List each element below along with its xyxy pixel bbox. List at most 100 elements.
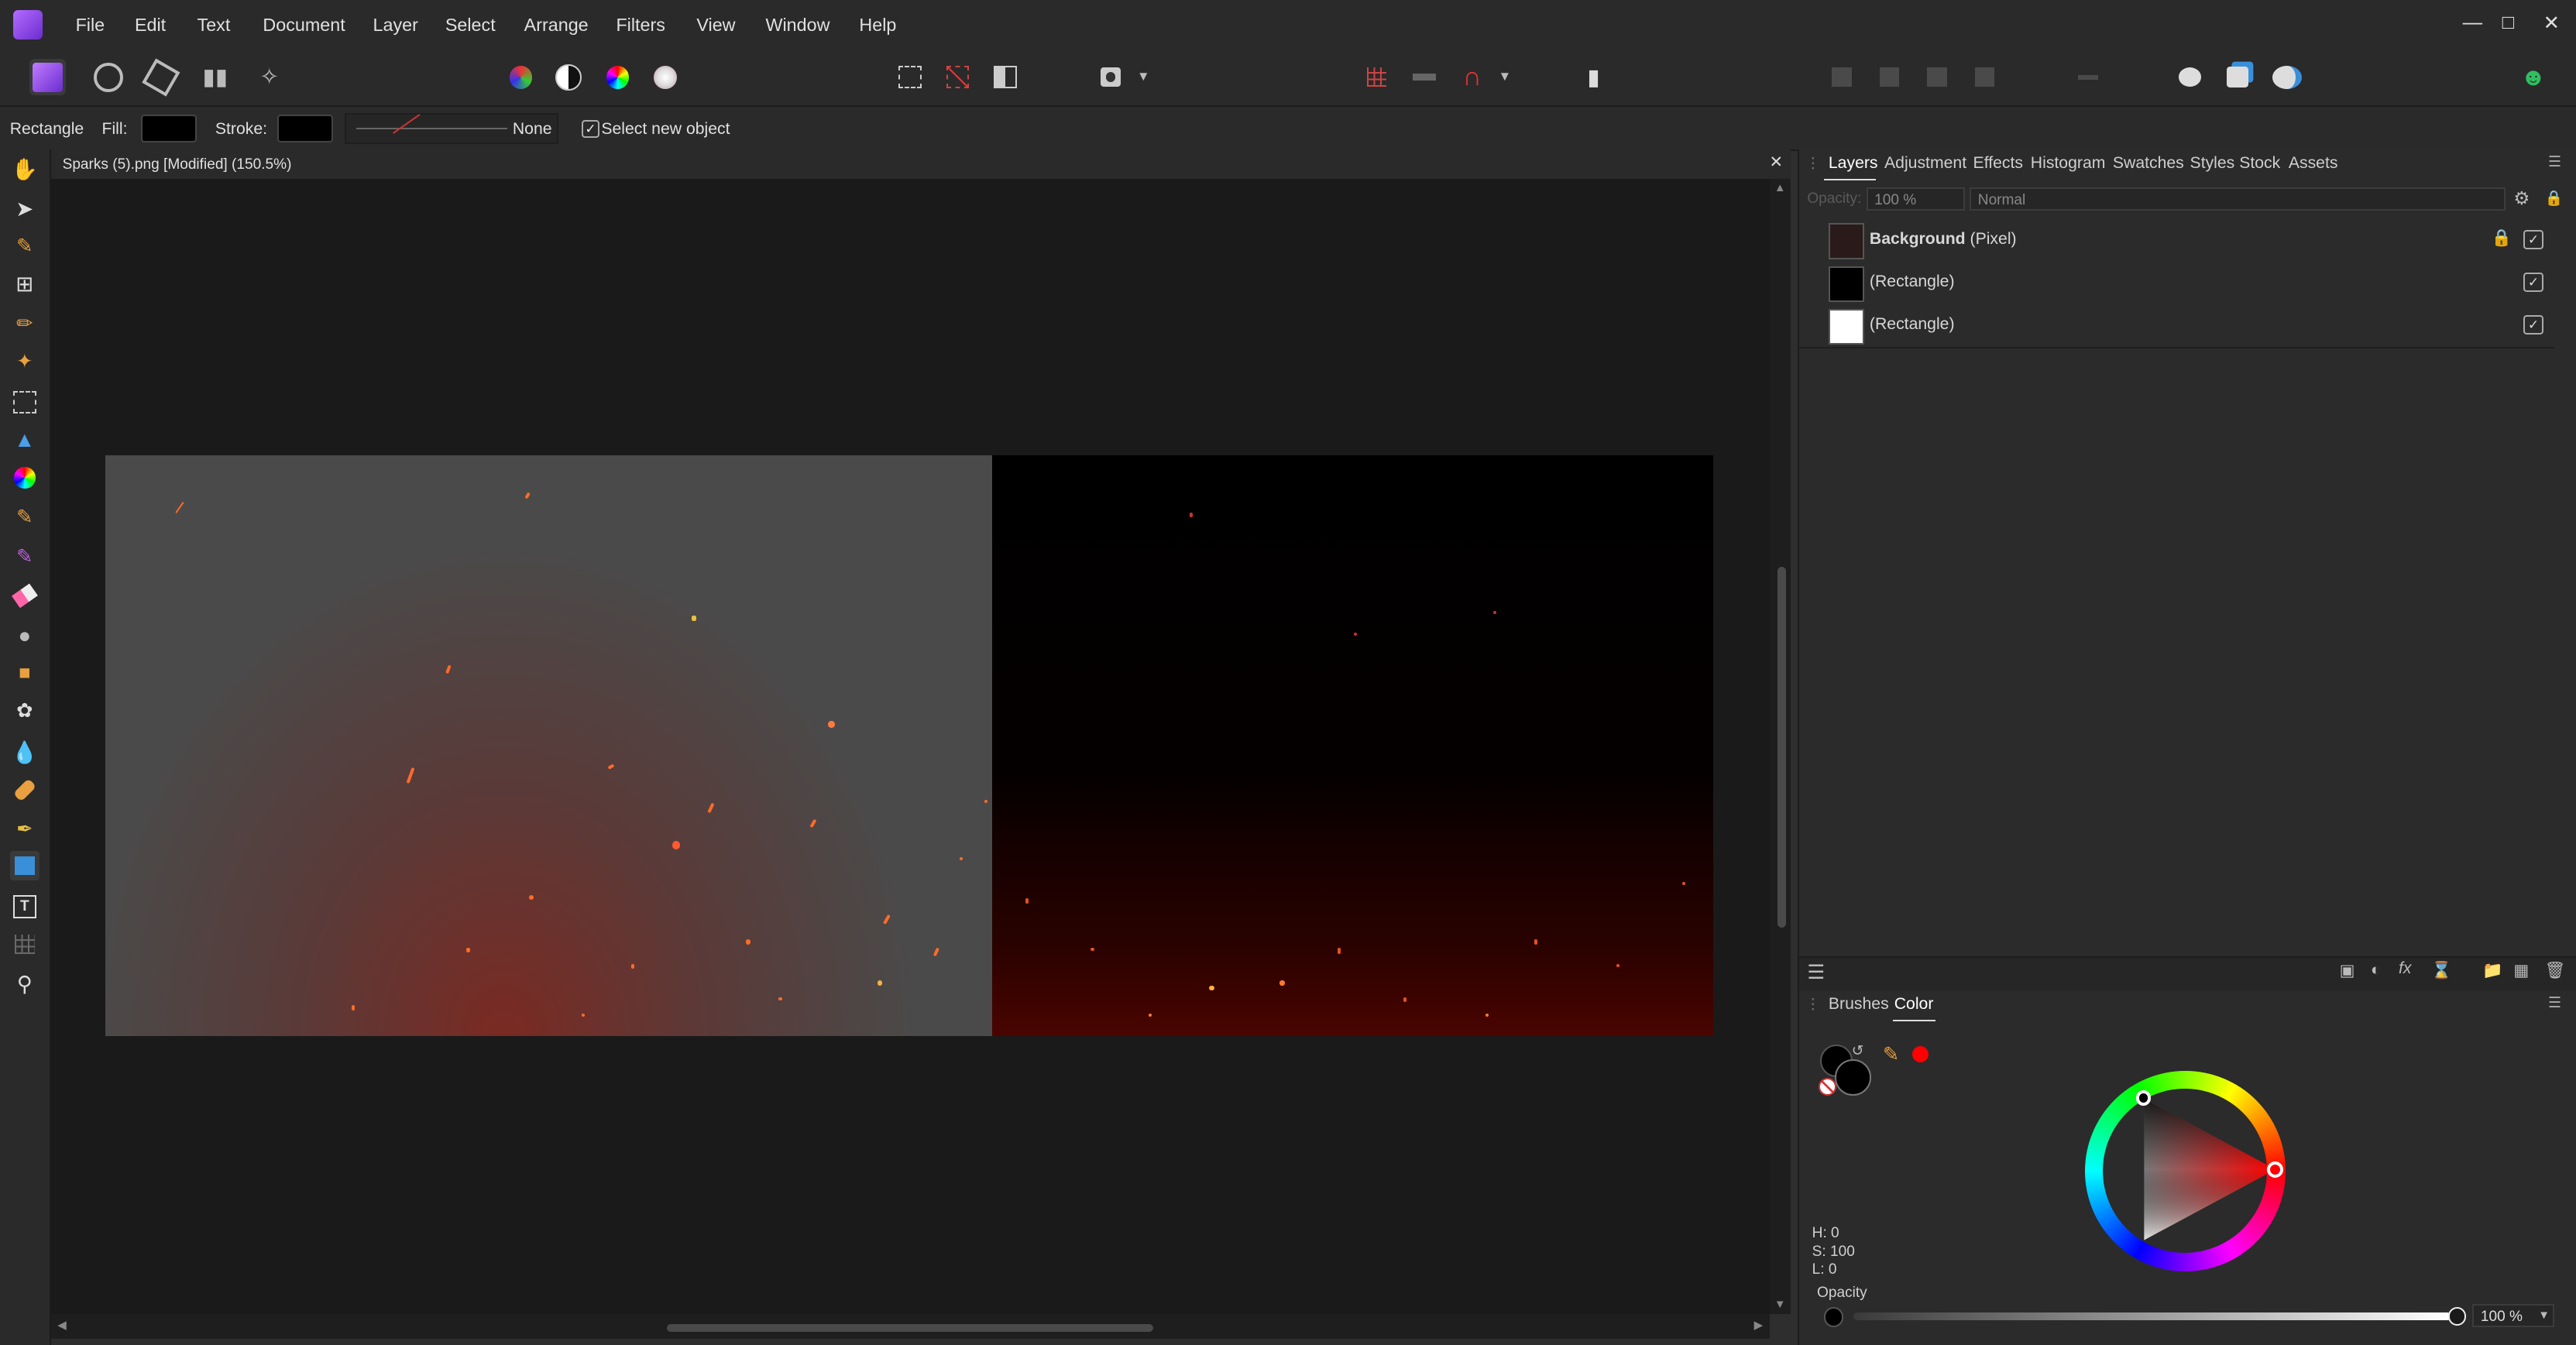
opacity-dropdown-icon[interactable]: ▼ — [2538, 1309, 2550, 1322]
layer-lock-icon[interactable]: 🔒 — [2492, 228, 2512, 248]
vertical-scrollbar[interactable]: ▲ ▼ — [1769, 179, 1791, 1314]
scroll-left-icon[interactable]: ◀ — [57, 1319, 66, 1332]
lock-icon[interactable]: 🔒 — [2545, 189, 2564, 208]
force-pixel-alignment-icon[interactable] — [1406, 59, 1443, 95]
mask-layer-icon[interactable]: ▣ — [2340, 961, 2355, 980]
background-layer-pixel[interactable] — [992, 455, 1714, 1037]
paint-brush-tool-icon[interactable]: ✎ — [10, 503, 39, 532]
opacity-slider-handle[interactable] — [2447, 1307, 2466, 1326]
stroke-swatch[interactable] — [277, 115, 334, 143]
tab-adjustment[interactable]: Adjustment — [1884, 154, 1966, 173]
tab-brushes[interactable]: Brushes — [1829, 995, 1889, 1014]
crop-tool-icon[interactable]: ⊞ — [10, 269, 39, 299]
secondary-color-swatch[interactable] — [1835, 1059, 1871, 1096]
boolean-add-icon[interactable] — [2172, 59, 2208, 95]
layer-visibility-checkbox[interactable]: ✓ — [2523, 315, 2543, 335]
menu-select[interactable]: Select — [445, 15, 496, 36]
arrange-front-icon[interactable] — [1966, 59, 2003, 95]
color-picker-tool-icon[interactable]: ✎ — [10, 232, 39, 261]
blend-mode-select[interactable]: Normal — [1970, 187, 2506, 211]
move-tool-icon[interactable]: ➤ — [10, 194, 39, 223]
boolean-intersect-icon[interactable] — [2269, 59, 2305, 95]
menu-help[interactable]: Help — [859, 15, 896, 36]
menu-edit[interactable]: Edit — [135, 15, 166, 36]
gear-icon[interactable]: ⚙ — [2513, 187, 2530, 209]
horizontal-scroll-thumb[interactable] — [667, 1323, 1154, 1333]
close-icon[interactable]: ✕ — [2543, 12, 2560, 35]
add-pixel-layer-icon[interactable]: ▦ — [2513, 961, 2529, 980]
saturation-lightness-triangle[interactable] — [2085, 1071, 2286, 1271]
color-replacement-tool-icon[interactable]: ✎ — [10, 542, 39, 571]
layer-row-rectangle-black[interactable]: (Rectangle) ✓ — [1798, 261, 2555, 306]
rectangle-layer-gray[interactable] — [105, 455, 993, 1037]
panel-grip-icon[interactable]: ⋮ — [1805, 995, 1820, 1014]
snapping-grid-icon[interactable] — [1358, 59, 1395, 95]
erase-tool-icon[interactable] — [10, 582, 39, 611]
tab-swatches[interactable]: Swatches — [2113, 154, 2184, 173]
maximize-icon[interactable]: □ — [2502, 12, 2514, 34]
scroll-up-icon[interactable]: ▲ — [1774, 182, 1786, 194]
red-eye-tool-icon[interactable]: ✿ — [10, 696, 39, 726]
photo-persona-icon[interactable] — [29, 59, 66, 96]
selection-brush-tool-icon[interactable]: ✏ — [10, 309, 39, 338]
group-folder-icon[interactable]: 📁 — [2482, 961, 2502, 980]
auto-white-balance-icon[interactable] — [647, 59, 684, 95]
triangle-handle[interactable] — [2135, 1090, 2151, 1106]
pen-tool-icon[interactable]: ✒ — [10, 815, 39, 844]
menu-filters[interactable]: Filters — [616, 15, 665, 36]
flood-select-tool-icon[interactable]: ✦ — [10, 347, 39, 376]
live-filter-icon[interactable]: ⌛ — [2431, 961, 2451, 980]
layer-row-background[interactable]: Background (Pixel) 🔒 ✓ — [1798, 218, 2555, 263]
zoom-tool-icon[interactable]: ⚲ — [10, 969, 39, 999]
quick-mask-icon[interactable] — [1093, 59, 1129, 95]
panel-menu-icon[interactable]: ☰ — [2548, 153, 2561, 171]
arrange-forward-icon[interactable] — [1919, 59, 1956, 95]
tab-color[interactable]: Color — [1894, 995, 1934, 1014]
layer-visibility-checkbox[interactable]: ✓ — [2523, 273, 2543, 293]
close-document-icon[interactable]: ✕ — [1770, 153, 1784, 172]
menu-window[interactable]: Window — [765, 15, 829, 36]
menu-file[interactable]: File — [76, 15, 105, 36]
tone-mapping-persona-icon[interactable]: ▮▮ — [197, 59, 234, 95]
mesh-warp-tool-icon[interactable] — [10, 930, 39, 959]
healing-brush-tool-icon[interactable] — [10, 775, 39, 805]
boolean-subtract-icon[interactable] — [2220, 59, 2256, 95]
tab-assets[interactable]: Assets — [2289, 154, 2338, 173]
gradient-tool-icon[interactable] — [10, 463, 39, 492]
app-logo[interactable] — [12, 9, 43, 39]
invert-selection-icon[interactable] — [987, 59, 1024, 95]
select-new-object-checkbox[interactable]: ✓ — [581, 119, 599, 138]
opacity-field[interactable]: 100 % — [1866, 187, 1965, 211]
quick-mask-dropdown-icon[interactable]: ▼ — [1137, 69, 1150, 84]
arrange-back-icon[interactable] — [1824, 59, 1860, 95]
layers-stack-icon[interactable]: ☰ — [1807, 961, 1825, 984]
tab-effects[interactable]: Effects — [1973, 154, 2023, 173]
menu-view[interactable]: View — [696, 15, 735, 36]
snapping-dropdown-icon[interactable]: ▼ — [1499, 69, 1512, 84]
tab-styles[interactable]: Styles — [2190, 154, 2235, 173]
delete-layer-icon[interactable]: 🗑 — [2545, 961, 2566, 980]
stroke-style-selector[interactable]: None — [345, 113, 558, 145]
layer-row-rectangle-white[interactable]: (Rectangle) ✓ — [1798, 304, 2555, 348]
export-persona-icon[interactable]: ✧ — [252, 59, 288, 95]
user-account-icon[interactable]: ☻ — [2516, 59, 2552, 95]
minimize-icon[interactable]: — — [2463, 12, 2482, 34]
layer-visibility-checkbox[interactable]: ✓ — [2523, 229, 2543, 250]
tab-histogram[interactable]: Histogram — [2031, 154, 2106, 173]
vertical-scroll-thumb[interactable] — [1777, 566, 1786, 928]
auto-contrast-icon[interactable] — [551, 59, 587, 95]
snapping-magnet-icon[interactable]: ∩ — [1454, 59, 1490, 95]
tab-stock[interactable]: Stock — [2239, 154, 2280, 173]
swap-colors-icon[interactable]: ↺ — [1852, 1041, 1864, 1060]
document-tab[interactable] — [50, 149, 1791, 181]
no-color-icon[interactable] — [1819, 1077, 1837, 1096]
scroll-down-icon[interactable]: ▼ — [1774, 1299, 1786, 1311]
hand-tool-icon[interactable]: ✋ — [10, 154, 39, 184]
rectangle-tool-icon[interactable] — [9, 850, 39, 880]
auto-levels-icon[interactable] — [503, 59, 539, 95]
develop-persona-icon[interactable] — [142, 58, 180, 96]
dodge-tool-icon[interactable]: ● — [10, 621, 39, 650]
menu-layer[interactable]: Layer — [373, 15, 418, 36]
color-picker-icon[interactable]: ✎ — [1883, 1043, 1899, 1066]
adjustment-layer-icon[interactable]: ◐ — [2371, 961, 2381, 980]
